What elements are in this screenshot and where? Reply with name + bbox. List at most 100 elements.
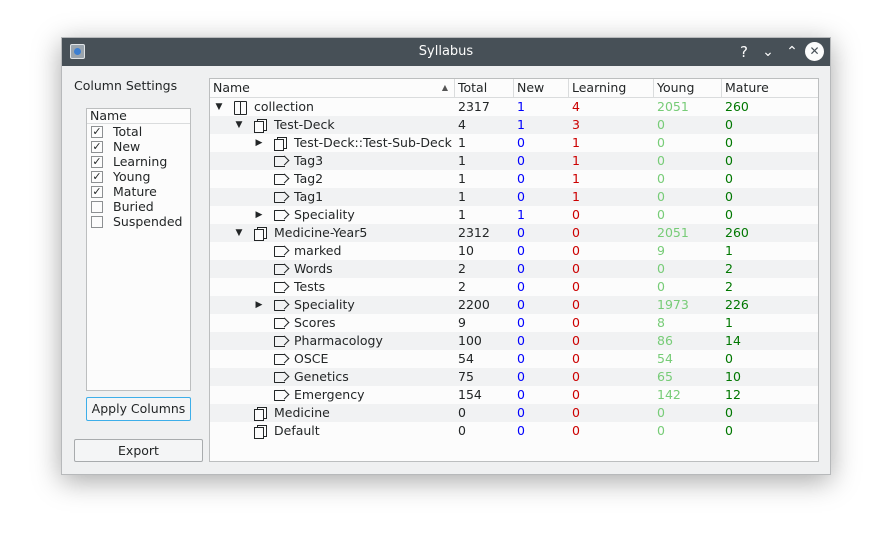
row-learning: 0 [572,333,580,348]
header-total[interactable]: Total [455,79,514,97]
row-young: 0 [657,207,665,222]
row-learning: 0 [572,225,580,240]
export-button[interactable]: Export [74,439,203,462]
row-total: 2317 [458,99,490,114]
column-option[interactable]: ✓ Young [87,169,190,184]
row-total: 0 [458,423,466,438]
row-new: 0 [517,153,525,168]
row-name: Tests [294,279,326,294]
row-name: collection [254,99,314,114]
title-bar[interactable]: Syllabus ? ⌄ ⌃ ✕ [62,38,830,66]
column-option[interactable]: Suspended [87,214,190,229]
row-new: 0 [517,279,525,294]
tag-icon [274,300,288,311]
row-learning: 1 [572,189,580,204]
tree-row[interactable]: Emergency 154 0 0 142 12 [210,386,818,404]
tree-row[interactable]: Tag3 1 0 1 0 0 [210,152,818,170]
row-total: 1 [458,207,466,222]
row-young: 86 [657,333,673,348]
row-mature: 260 [725,225,749,240]
tag-icon [274,390,288,401]
row-mature: 12 [725,387,741,402]
column-settings-list: Name ✓ Total ✓ New ✓ Learning ✓ Young ✓ Mature Bur… [86,108,191,391]
tree-row[interactable]: Pharmacology 100 0 0 86 14 [210,332,818,350]
close-button[interactable]: ✕ [805,42,824,61]
column-option-label: Mature [113,184,157,199]
checkbox[interactable]: ✓ [91,141,103,153]
window-title: Syllabus [418,44,474,59]
checkbox[interactable] [91,216,103,228]
tree-row[interactable]: Tag1 1 0 1 0 0 [210,188,818,206]
tree-row[interactable]: marked 10 0 0 9 1 [210,242,818,260]
row-young: 0 [657,117,665,132]
help-button[interactable]: ? [734,42,754,62]
checkbox[interactable]: ✓ [91,156,103,168]
header-new[interactable]: New [514,79,569,97]
row-learning: 0 [572,423,580,438]
row-learning: 0 [572,369,580,384]
row-young: 0 [657,153,665,168]
column-option-label: New [113,139,141,154]
collapse-arrow-icon[interactable]: ▶ [254,296,264,314]
minimize-button[interactable]: ⌄ [758,42,778,62]
column-option[interactable]: ✓ Mature [87,184,190,199]
tree-row[interactable]: ▼ Medicine-Year5 2312 0 0 2051 260 [210,224,818,242]
tree-row[interactable]: Medicine 0 0 0 0 0 [210,404,818,422]
column-option[interactable]: ✓ Total [87,124,190,139]
tree-row[interactable]: Tag2 1 0 1 0 0 [210,170,818,188]
tree-row[interactable]: Scores 9 0 0 8 1 [210,314,818,332]
row-new: 1 [517,117,525,132]
expand-arrow-icon[interactable]: ▼ [234,116,244,134]
column-option[interactable]: ✓ New [87,139,190,154]
deck-icon [254,407,267,421]
row-name: marked [294,243,342,258]
row-name: Test-Deck [274,117,335,132]
collection-icon [234,101,248,115]
apply-columns-button[interactable]: Apply Columns [86,397,191,421]
row-new: 0 [517,405,525,420]
column-option[interactable]: ✓ Learning [87,154,190,169]
tree-row[interactable]: ▶ Test-Deck::Test-Sub-Deck 1 0 1 0 0 [210,134,818,152]
column-option[interactable]: Buried [87,199,190,214]
header-learning[interactable]: Learning [569,79,654,97]
header-young[interactable]: Young [654,79,722,97]
tree-row[interactable]: Default 0 0 0 0 0 [210,422,818,440]
tree-row[interactable]: ▼ Test-Deck 4 1 3 0 0 [210,116,818,134]
tree-row[interactable]: OSCE 54 0 0 54 0 [210,350,818,368]
tree-row[interactable]: Tests 2 0 0 0 2 [210,278,818,296]
tree-row[interactable]: Genetics 75 0 0 65 10 [210,368,818,386]
tag-icon [274,246,288,257]
tree-body: ▼ collection 2317 1 4 2051 260 ▼ Test-Deck 4 1 3 0 0 ▶… [210,98,818,440]
tree-row[interactable]: ▶ Speciality 1 1 0 0 0 [210,206,818,224]
row-new: 0 [517,351,525,366]
row-name: Default [274,423,320,438]
row-name: Tag3 [294,153,324,168]
tag-icon [274,156,288,167]
row-name: Words [294,261,333,276]
row-learning: 0 [572,351,580,366]
row-mature: 260 [725,99,749,114]
tree-row[interactable]: Words 2 0 0 0 2 [210,260,818,278]
row-learning: 0 [572,261,580,276]
collapse-arrow-icon[interactable]: ▶ [254,206,264,224]
maximize-button[interactable]: ⌃ [782,42,802,62]
checkbox[interactable]: ✓ [91,126,103,138]
checkbox[interactable] [91,201,103,213]
row-new: 0 [517,369,525,384]
row-young: 0 [657,279,665,294]
row-young: 65 [657,369,673,384]
tree-row[interactable]: ▼ collection 2317 1 4 2051 260 [210,98,818,116]
row-young: 0 [657,135,665,150]
checkbox[interactable]: ✓ [91,186,103,198]
row-name: Emergency [294,387,365,402]
header-mature[interactable]: Mature [722,79,818,97]
expand-arrow-icon[interactable]: ▼ [234,224,244,242]
checkbox[interactable]: ✓ [91,171,103,183]
tree-row[interactable]: ▶ Speciality 2200 0 0 1973 226 [210,296,818,314]
column-option-label: Learning [113,154,168,169]
expand-arrow-icon[interactable]: ▼ [214,98,224,116]
collapse-arrow-icon[interactable]: ▶ [254,134,264,152]
row-young: 0 [657,189,665,204]
row-learning: 1 [572,171,580,186]
header-name[interactable]: Name ▲ [210,79,455,97]
